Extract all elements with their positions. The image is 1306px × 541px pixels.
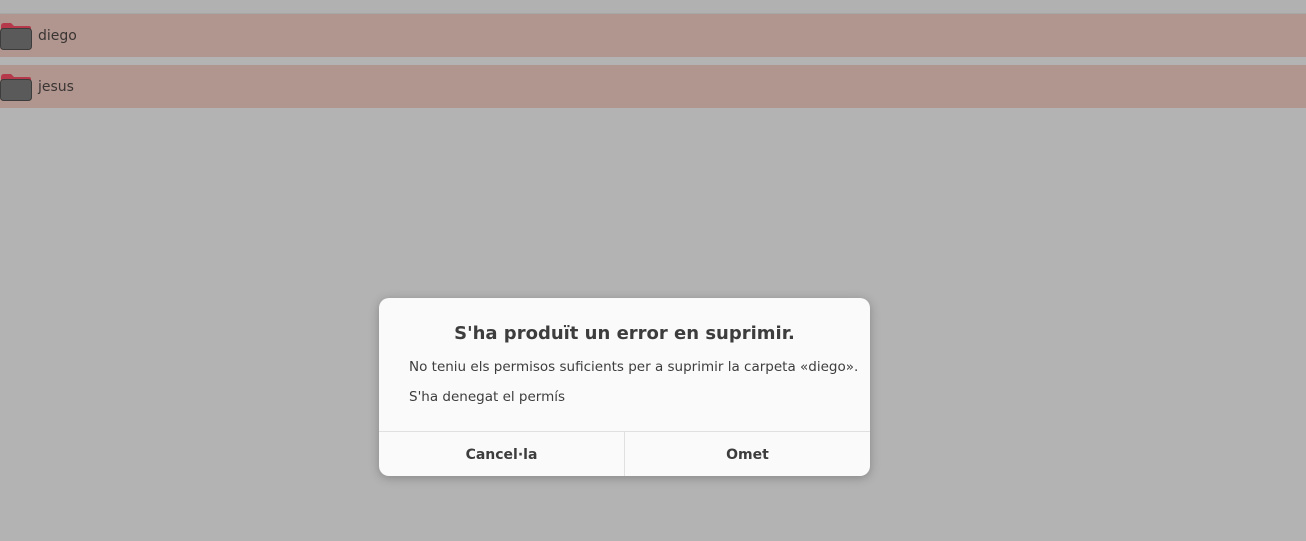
file-row-jesus[interactable]: jesus — [0, 65, 1306, 108]
cancel-button[interactable]: Cancel·la — [379, 432, 625, 476]
dialog-title: S'ha produït un error en suprimir. — [454, 323, 795, 344]
skip-button[interactable]: Omet — [625, 432, 870, 476]
folder-icon — [0, 22, 32, 50]
file-name: diego — [38, 27, 77, 44]
error-dialog: S'ha produït un error en suprimir. No te… — [379, 298, 870, 476]
file-name: jesus — [38, 78, 74, 95]
dialog-button-bar: Cancel·la Omet — [379, 431, 870, 476]
list-header-strip — [0, 0, 1306, 14]
dialog-detail: S'ha denegat el permís — [409, 389, 566, 405]
folder-icon — [0, 73, 32, 101]
dialog-message: No teniu els permisos suficients per a s… — [409, 359, 859, 375]
file-row-diego[interactable]: diego — [0, 14, 1306, 57]
